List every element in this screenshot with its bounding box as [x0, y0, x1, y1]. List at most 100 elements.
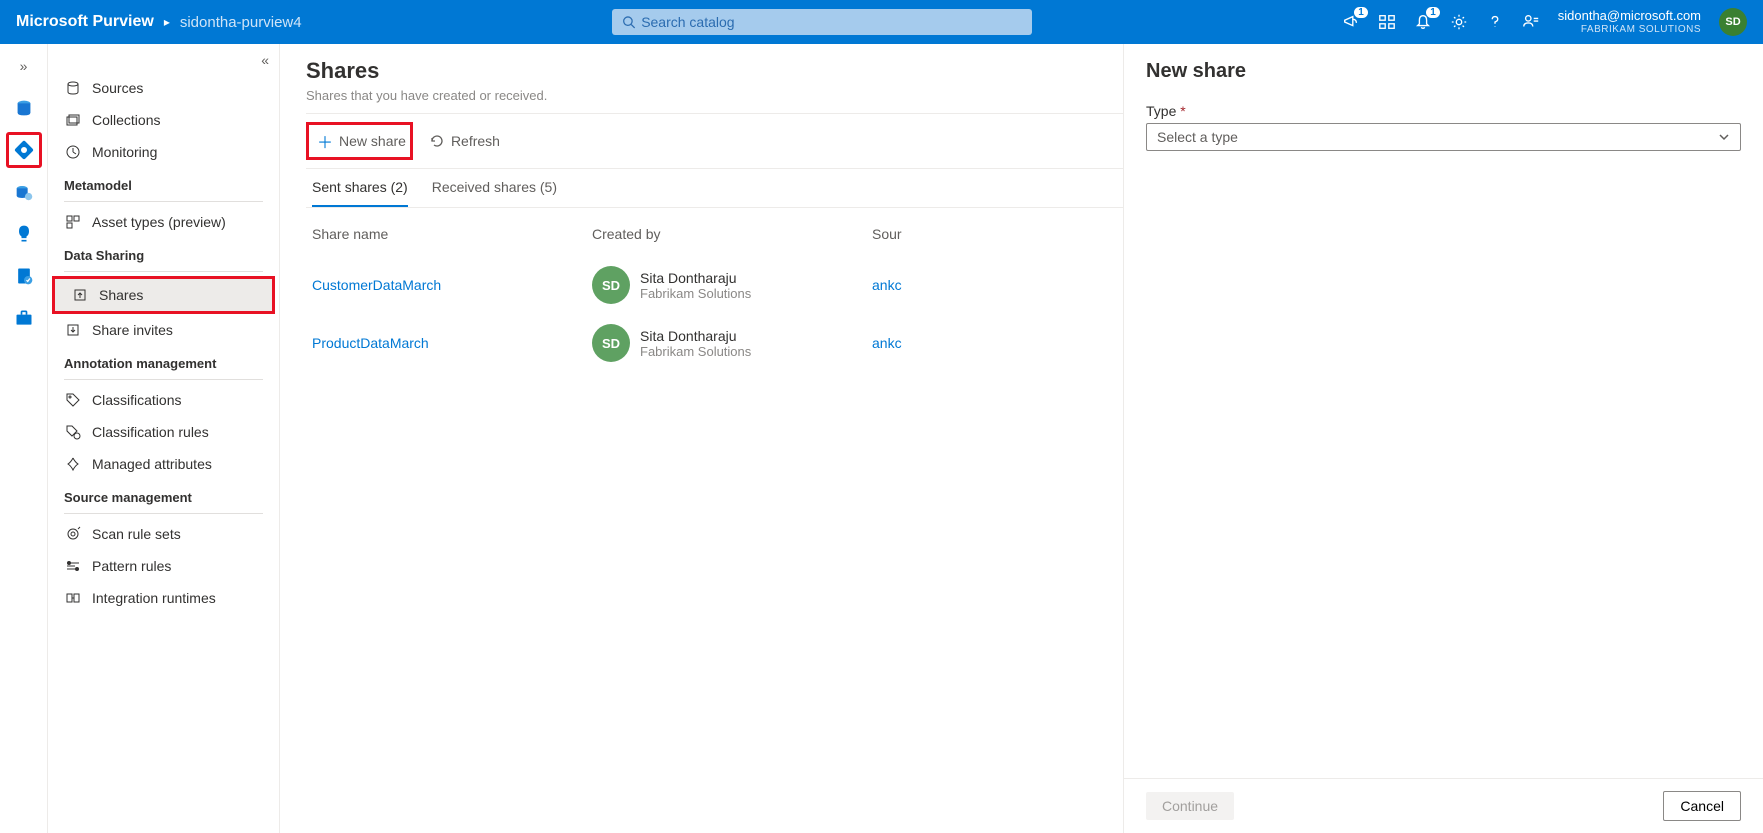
- tab-received-shares[interactable]: Received shares (5): [432, 179, 557, 207]
- col-created-by[interactable]: Created by: [592, 226, 872, 242]
- invite-icon: [64, 322, 82, 338]
- sidebar: « Sources Collections Monitoring Metamod…: [48, 44, 280, 833]
- new-share-button[interactable]: ＋ New share: [306, 122, 413, 160]
- source-link[interactable]: ankc: [872, 335, 1117, 351]
- new-share-label: New share: [339, 133, 406, 149]
- sidebar-item-classification-rules[interactable]: Classification rules: [48, 416, 279, 448]
- sidebar-item-label: Asset types (preview): [92, 214, 226, 230]
- directory-icon[interactable]: [1378, 13, 1396, 31]
- creator-org: Fabrikam Solutions: [640, 286, 751, 301]
- share-link[interactable]: CustomerDataMarch: [312, 277, 441, 293]
- panel-footer: Continue Cancel: [1124, 778, 1763, 833]
- refresh-button[interactable]: Refresh: [421, 129, 508, 153]
- sidebar-collapse-icon[interactable]: «: [261, 52, 269, 68]
- share-link[interactable]: ProductDataMarch: [312, 335, 429, 351]
- rail-item-policy[interactable]: [6, 258, 42, 294]
- workspace-name[interactable]: sidontha-purview4: [180, 14, 302, 31]
- user-org: FABRIKAM SOLUTIONS: [1558, 24, 1701, 36]
- sidebar-item-scan-rule-sets[interactable]: Scan rule sets: [48, 518, 279, 550]
- tag-icon: [64, 392, 82, 408]
- cancel-button[interactable]: Cancel: [1663, 791, 1741, 821]
- new-share-panel: New share Type * Select a type Continue …: [1123, 44, 1763, 833]
- sidebar-section-data-sharing: Data Sharing: [48, 238, 279, 267]
- panel-body: New share Type * Select a type: [1124, 44, 1763, 778]
- refresh-icon: [429, 133, 445, 149]
- divider: [64, 379, 263, 380]
- rail-item-management[interactable]: [6, 300, 42, 336]
- sidebar-item-pattern-rules[interactable]: Pattern rules: [48, 550, 279, 582]
- sidebar-item-integration-runtimes[interactable]: Integration runtimes: [48, 582, 279, 614]
- gear-icon[interactable]: [1450, 13, 1468, 31]
- sidebar-item-monitoring[interactable]: Monitoring: [48, 136, 279, 168]
- help-icon[interactable]: [1486, 13, 1504, 31]
- sidebar-item-label: Managed attributes: [92, 456, 212, 472]
- brand: Microsoft Purview: [16, 13, 154, 31]
- sidebar-item-label: Share invites: [92, 322, 173, 338]
- search-input[interactable]: [635, 14, 1021, 30]
- pattern-icon: [64, 558, 82, 574]
- creator-name: Sita Dontharaju: [640, 328, 751, 344]
- feedback-icon[interactable]: [1522, 13, 1540, 31]
- sidebar-item-label: Collections: [92, 112, 160, 128]
- tabs: Sent shares (2) Received shares (5): [306, 169, 1123, 208]
- bell-icon[interactable]: 1: [1414, 13, 1432, 31]
- rail-expand-icon[interactable]: »: [6, 54, 42, 78]
- attributes-icon: [64, 456, 82, 472]
- col-source[interactable]: Sour: [872, 226, 1117, 242]
- sidebar-item-managed-attributes[interactable]: Managed attributes: [48, 448, 279, 480]
- creator-avatar: SD: [592, 324, 630, 362]
- user-email: sidontha@microsoft.com: [1558, 8, 1701, 24]
- search-box[interactable]: [612, 9, 1032, 35]
- rail-item-data-estate[interactable]: [6, 174, 42, 210]
- user-block[interactable]: sidontha@microsoft.com FABRIKAM SOLUTION…: [1558, 8, 1701, 36]
- table-row: CustomerDataMarch SD Sita Dontharaju Fab…: [306, 256, 1123, 314]
- megaphone-icon[interactable]: 1: [1342, 13, 1360, 31]
- layout: » « Sources Collections: [0, 44, 1763, 833]
- left-rail: »: [0, 44, 48, 833]
- avatar[interactable]: SD: [1719, 8, 1747, 36]
- sidebar-item-label: Integration runtimes: [92, 590, 216, 606]
- scan-icon: [64, 526, 82, 542]
- rail-item-data-map[interactable]: [6, 132, 42, 168]
- type-select[interactable]: Select a type: [1146, 123, 1741, 151]
- notif-badge-1: 1: [1354, 7, 1368, 18]
- col-share-name[interactable]: Share name: [312, 226, 592, 242]
- rail-item-data-catalog[interactable]: [6, 90, 42, 126]
- refresh-label: Refresh: [451, 133, 500, 149]
- main: Shares Shares that you have created or r…: [280, 44, 1763, 833]
- chevron-down-icon: [1718, 131, 1730, 143]
- divider: [64, 271, 263, 272]
- sidebar-item-label: Scan rule sets: [92, 526, 181, 542]
- type-label: Type *: [1146, 103, 1741, 119]
- sidebar-item-label: Monitoring: [92, 144, 157, 160]
- creator-cell: SD Sita Dontharaju Fabrikam Solutions: [592, 324, 872, 362]
- divider: [64, 513, 263, 514]
- plus-icon: ＋: [317, 129, 333, 153]
- sidebar-item-classifications[interactable]: Classifications: [48, 384, 279, 416]
- table-header: Share name Created by Sour: [306, 208, 1123, 256]
- content: Shares Shares that you have created or r…: [280, 44, 1123, 833]
- asset-icon: [64, 214, 82, 230]
- sidebar-item-label: Shares: [99, 287, 143, 303]
- sidebar-section-metamodel: Metamodel: [48, 168, 279, 197]
- sidebar-item-collections[interactable]: Collections: [48, 104, 279, 136]
- monitor-icon: [64, 144, 82, 160]
- creator-cell: SD Sita Dontharaju Fabrikam Solutions: [592, 266, 872, 304]
- rail-item-insights[interactable]: [6, 216, 42, 252]
- sidebar-item-share-invites[interactable]: Share invites: [48, 314, 279, 346]
- tab-sent-shares[interactable]: Sent shares (2): [312, 179, 408, 207]
- table-row: ProductDataMarch SD Sita Dontharaju Fabr…: [306, 314, 1123, 372]
- panel-title: New share: [1146, 60, 1741, 83]
- type-label-text: Type: [1146, 103, 1176, 119]
- sidebar-item-sources[interactable]: Sources: [48, 72, 279, 104]
- sidebar-item-asset-types[interactable]: Asset types (preview): [48, 206, 279, 238]
- required-asterisk: *: [1180, 103, 1185, 119]
- sidebar-item-shares[interactable]: Shares: [52, 276, 275, 314]
- sidebar-item-label: Classifications: [92, 392, 181, 408]
- runtime-icon: [64, 590, 82, 606]
- continue-button[interactable]: Continue: [1146, 792, 1234, 820]
- sidebar-item-label: Classification rules: [92, 424, 209, 440]
- top-right: 1 1 sidontha@microsoft.com FABRIKAM SOLU…: [1342, 8, 1747, 36]
- database-icon: [64, 80, 82, 96]
- source-link[interactable]: ankc: [872, 277, 1117, 293]
